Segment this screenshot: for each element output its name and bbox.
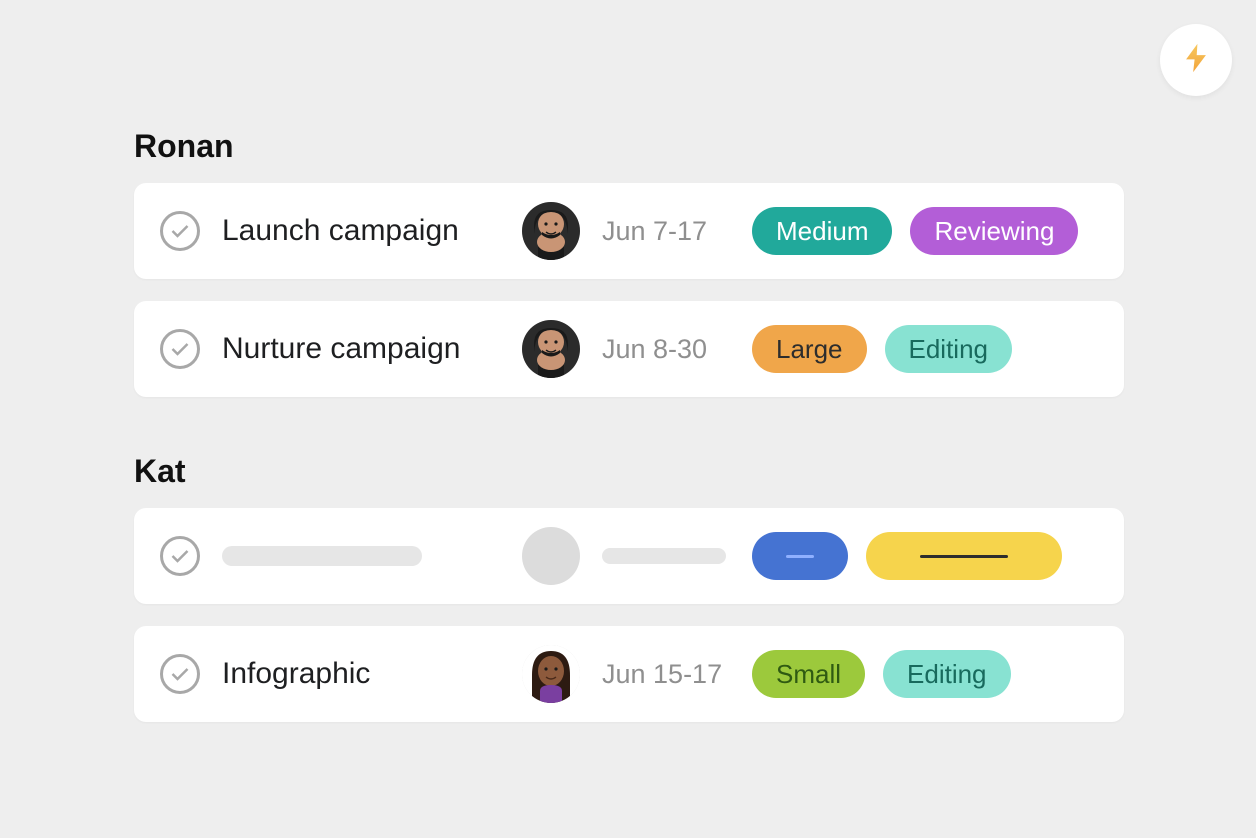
tag-pill-placeholder — [866, 532, 1062, 580]
task-row[interactable]: Infographic Jun 15-17Small Editing — [134, 626, 1124, 722]
tag-pill[interactable]: Small — [752, 650, 865, 698]
tag-pill[interactable]: Large — [752, 325, 867, 373]
section-title[interactable]: Kat — [134, 453, 1124, 490]
task-tags — [752, 532, 1062, 580]
complete-checkbox[interactable] — [160, 211, 200, 251]
complete-checkbox[interactable] — [160, 329, 200, 369]
assignee-avatar[interactable] — [522, 645, 580, 703]
tag-pill[interactable]: Editing — [883, 650, 1011, 698]
assignee-avatar[interactable] — [522, 202, 580, 260]
tag-pill[interactable]: Reviewing — [910, 207, 1078, 255]
complete-checkbox[interactable] — [160, 536, 200, 576]
fab-button[interactable] — [1160, 24, 1232, 96]
task-title[interactable]: Infographic — [222, 657, 522, 691]
task-tags: Large Editing — [752, 325, 1012, 373]
task-title[interactable]: Launch campaign — [222, 214, 522, 248]
tag-pill-placeholder — [752, 532, 848, 580]
task-tags: Small Editing — [752, 650, 1011, 698]
tag-pill[interactable]: Editing — [885, 325, 1013, 373]
task-date[interactable]: Jun 15-17 — [602, 659, 752, 690]
task-date[interactable]: Jun 7-17 — [602, 216, 752, 247]
task-title[interactable]: Nurture campaign — [222, 332, 522, 366]
task-date-placeholder — [602, 548, 752, 564]
task-row[interactable]: Launch campaign Jun 7-17Medium Reviewing — [134, 183, 1124, 279]
section-title[interactable]: Ronan — [134, 128, 1124, 165]
task-row[interactable]: Nurture campaign Jun 8-30Large Editing — [134, 301, 1124, 397]
tag-pill[interactable]: Medium — [752, 207, 892, 255]
task-section: Kat Infographic Jun 15-17Small Editing — [134, 453, 1124, 722]
task-section: Ronan Launch campaign Jun 7-17Medium Review… — [134, 128, 1124, 397]
task-title-placeholder — [222, 546, 522, 566]
bolt-icon — [1179, 41, 1213, 80]
task-date[interactable]: Jun 8-30 — [602, 334, 752, 365]
complete-checkbox[interactable] — [160, 654, 200, 694]
task-row[interactable] — [134, 508, 1124, 604]
assignee-avatar[interactable] — [522, 320, 580, 378]
task-tags: Medium Reviewing — [752, 207, 1078, 255]
assignee-avatar-placeholder — [522, 527, 580, 585]
